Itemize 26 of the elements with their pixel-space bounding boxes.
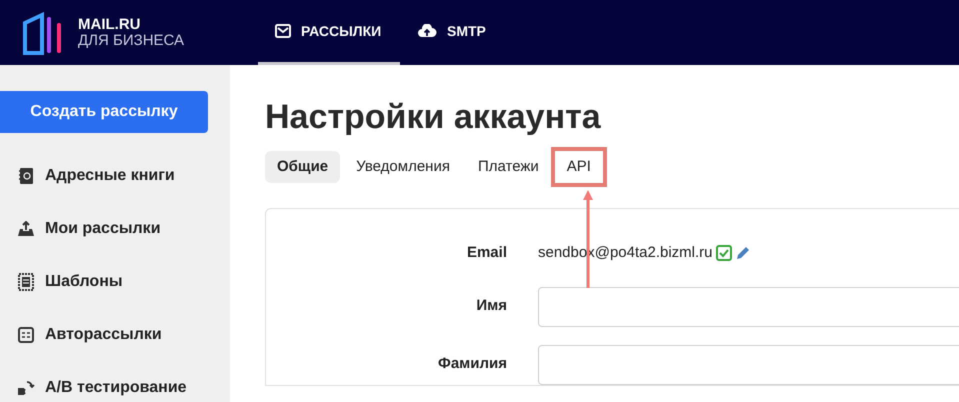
envelope-icon [275, 24, 291, 38]
logo-title: MAIL.RU [78, 16, 142, 32]
sidebar-item[interactable]: Шаблоны [45, 270, 123, 294]
automation-icon [18, 326, 34, 342]
nav-tab[interactable]: SMTP [400, 0, 503, 65]
sidebar-item[interactable]: A/B тестирование [45, 376, 187, 400]
field-label: Фамилия [437, 354, 508, 374]
sidebar-item[interactable]: Адресные книги [45, 164, 175, 188]
logo-subtitle: ДЛЯ БИЗНЕСА [78, 32, 184, 48]
sidebar-item[interactable]: Мои рассылки [45, 216, 161, 240]
sidebar-item[interactable]: Авторассылки [45, 322, 162, 346]
create-campaign-button[interactable]: Создать рассылку [0, 91, 208, 133]
template-icon [18, 272, 34, 290]
address-book-icon [18, 166, 34, 184]
input-field[interactable] [538, 344, 959, 384]
cloud-upload-icon [417, 24, 437, 38]
tab[interactable]: Уведомления [344, 151, 462, 183]
upload-tray-icon [17, 220, 35, 236]
tab[interactable]: Общие [265, 151, 340, 183]
field-label: Имя [475, 296, 508, 316]
tab[interactable]: Платежи [466, 151, 551, 183]
page-title: Настройки аккаунта [265, 97, 602, 138]
input-field[interactable] [538, 286, 959, 326]
field-label: Email [466, 243, 508, 263]
pencil-icon[interactable] [734, 245, 750, 262]
nav-tab[interactable]: РАССЫЛКИ [258, 0, 400, 65]
